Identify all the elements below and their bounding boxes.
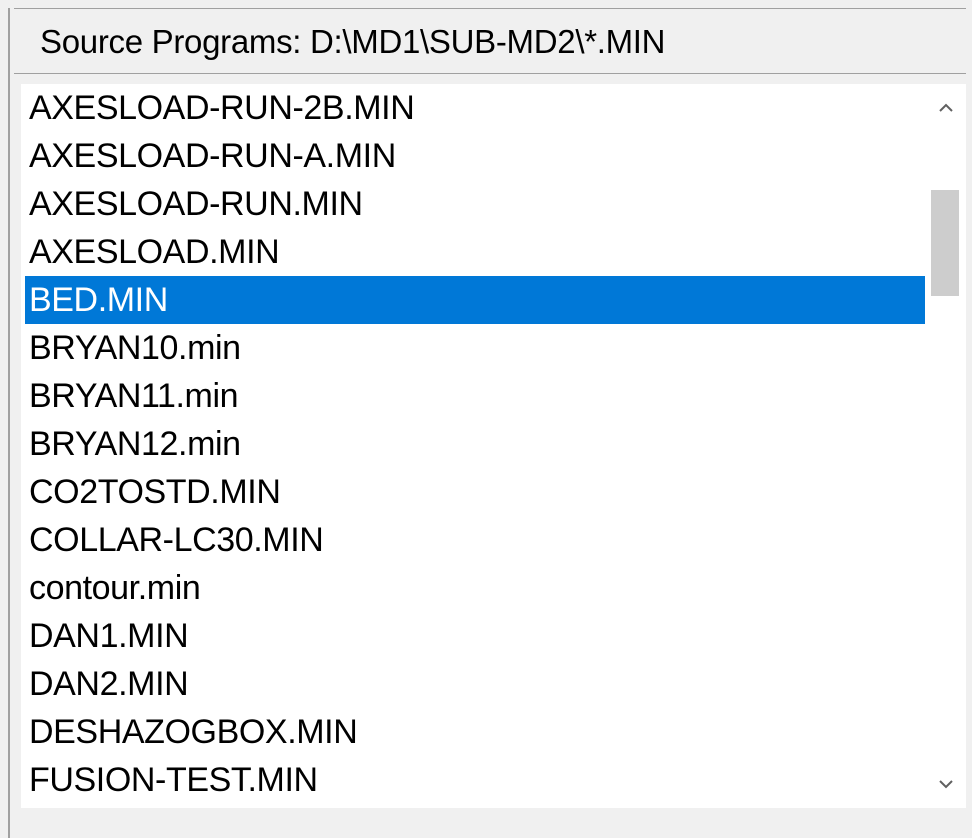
list-item[interactable]: DESHAZOGBOX.MIN <box>25 708 925 756</box>
list-item[interactable]: AXESLOAD-RUN.MIN <box>25 180 925 228</box>
list-item[interactable]: DAN1.MIN <box>25 612 925 660</box>
scroll-down-button[interactable] <box>925 760 966 808</box>
list-item[interactable]: BRYAN10.min <box>25 324 925 372</box>
list-item[interactable]: CO2TOSTD.MIN <box>25 468 925 516</box>
list-item[interactable]: FUSION-TEST.MIN <box>25 756 925 804</box>
list-item[interactable]: contour.min <box>25 564 925 612</box>
source-programs-listbox[interactable]: AXESLOAD-RUN-2B.MIN AXESLOAD-RUN-A.MIN A… <box>21 84 966 808</box>
scroll-up-button[interactable] <box>925 84 966 132</box>
vertical-scrollbar[interactable] <box>925 84 966 808</box>
panel-bottom-area <box>14 808 966 838</box>
source-programs-panel: Source Programs: D:\MD1\SUB-MD2\*.MIN AX… <box>0 0 972 838</box>
list-item[interactable]: DAN2.MIN <box>25 660 925 708</box>
list-item[interactable]: BRYAN11.min <box>25 372 925 420</box>
list-item[interactable]: BRYAN12.min <box>25 420 925 468</box>
list-item-selected[interactable]: BED.MIN <box>25 276 925 324</box>
list-item[interactable]: AXESLOAD-RUN-A.MIN <box>25 132 925 180</box>
list-item[interactable]: COLLAR-LC30.MIN <box>25 516 925 564</box>
file-list[interactable]: AXESLOAD-RUN-2B.MIN AXESLOAD-RUN-A.MIN A… <box>25 84 925 808</box>
panel-left-border <box>8 8 10 838</box>
chevron-down-icon <box>938 780 953 789</box>
list-item[interactable]: AXESLOAD-RUN-2B.MIN <box>25 84 925 132</box>
panel-header: Source Programs: D:\MD1\SUB-MD2\*.MIN <box>14 8 966 74</box>
source-programs-title: Source Programs: D:\MD1\SUB-MD2\*.MIN <box>40 23 666 60</box>
chevron-up-icon <box>938 103 953 112</box>
list-item[interactable]: AXESLOAD.MIN <box>25 228 925 276</box>
scroll-thumb[interactable] <box>931 190 959 296</box>
